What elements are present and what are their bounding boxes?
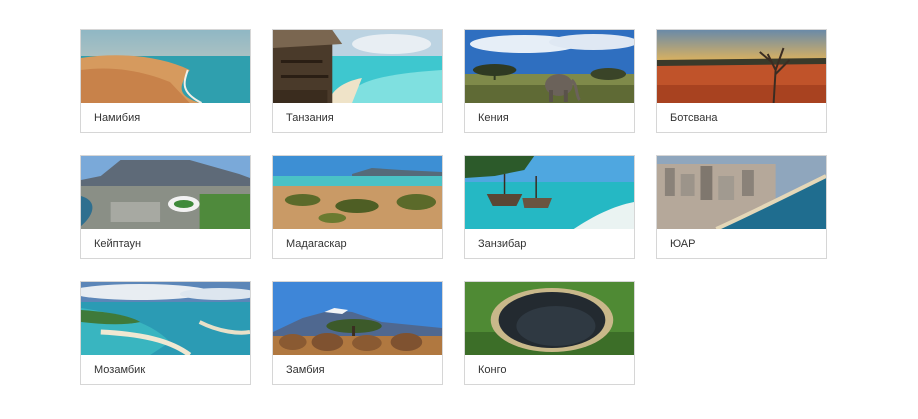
destination-card-mozambique[interactable]: Мозамбик [80, 281, 251, 385]
destination-image-south-africa[interactable] [657, 156, 826, 229]
destination-image-zanzibar[interactable] [465, 156, 634, 229]
destination-card-zambia[interactable]: Замбия [272, 281, 443, 385]
destination-image-madagascar[interactable] [273, 156, 442, 229]
destination-grid: Намибия Танзания Кения Ботсвана Кейптаун… [80, 29, 827, 385]
destination-label[interactable]: Мадагаскар [273, 229, 442, 258]
destination-card-south-africa[interactable]: ЮАР [656, 155, 827, 259]
destination-image-cape-town[interactable] [81, 156, 250, 229]
destination-card-congo[interactable]: Конго [464, 281, 635, 385]
destination-label[interactable]: Конго [465, 355, 634, 384]
destination-label[interactable]: Замбия [273, 355, 442, 384]
destination-image-congo[interactable] [465, 282, 634, 355]
destination-image-tanzania[interactable] [273, 30, 442, 103]
destination-card-zanzibar[interactable]: Занзибар [464, 155, 635, 259]
destination-label[interactable]: Намибия [81, 103, 250, 132]
destination-image-botswana[interactable] [657, 30, 826, 103]
destination-image-namibia[interactable] [81, 30, 250, 103]
destination-label[interactable]: ЮАР [657, 229, 826, 258]
destination-card-kenya[interactable]: Кения [464, 29, 635, 133]
destination-card-botswana[interactable]: Ботсвана [656, 29, 827, 133]
destination-label[interactable]: Танзания [273, 103, 442, 132]
destination-image-mozambique[interactable] [81, 282, 250, 355]
destination-card-cape-town[interactable]: Кейптаун [80, 155, 251, 259]
destination-label[interactable]: Занзибар [465, 229, 634, 258]
destination-label[interactable]: Кейптаун [81, 229, 250, 258]
destination-label[interactable]: Ботсвана [657, 103, 826, 132]
destination-card-tanzania[interactable]: Танзания [272, 29, 443, 133]
destination-image-zambia[interactable] [273, 282, 442, 355]
destination-card-madagascar[interactable]: Мадагаскар [272, 155, 443, 259]
destination-label[interactable]: Мозамбик [81, 355, 250, 384]
destination-label[interactable]: Кения [465, 103, 634, 132]
destination-card-namibia[interactable]: Намибия [80, 29, 251, 133]
destination-image-kenya[interactable] [465, 30, 634, 103]
